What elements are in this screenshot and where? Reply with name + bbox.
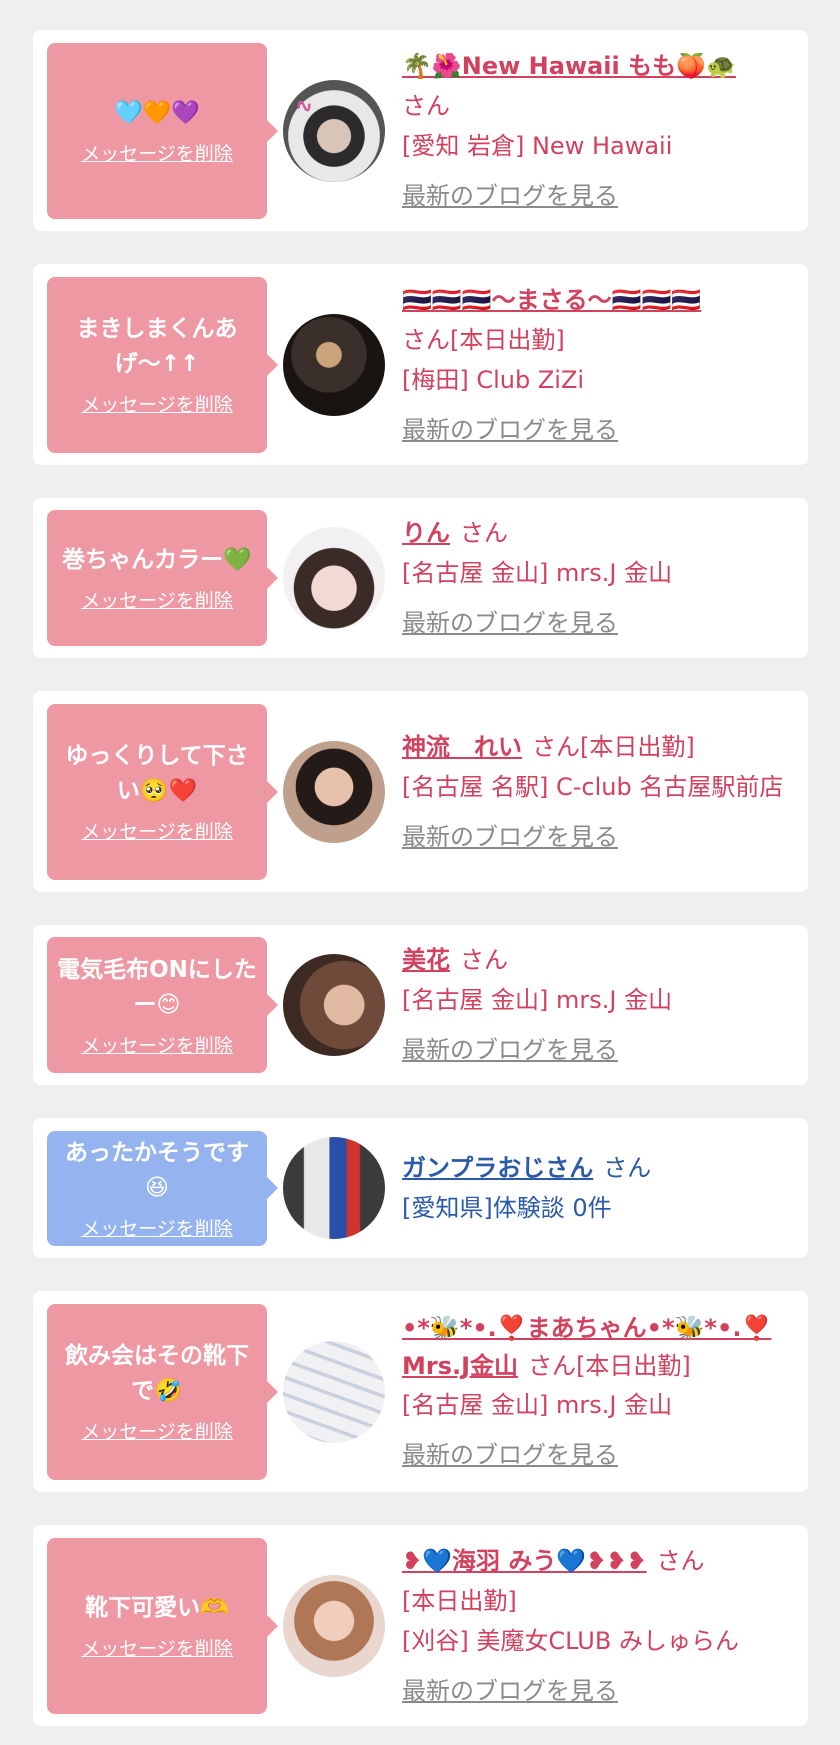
avatar[interactable]	[282, 527, 385, 629]
profile-info: 美花 さん [名古屋 金山] mrs.J 金山 最新のブログを見る	[400, 940, 794, 1070]
latest-blog-link[interactable]: 最新のブログを見る	[402, 1030, 794, 1070]
message-bubble: あったかそうです😆 メッセージを削除	[47, 1130, 278, 1246]
message-card: 🩵🧡💜 メッセージを削除 ∿ 🌴🌺New Hawaii もも🍑🐢 さん [愛知 …	[33, 30, 808, 231]
message-bubble: ゆっくりして下さい🥺❤️ メッセージを削除	[47, 703, 278, 880]
honorific: さん	[402, 91, 450, 120]
profile-info: ❥💙海羽 みう💙❥❥❥ さん [本日出勤] [刈谷] 美魔女CLUB みしゅらん …	[400, 1541, 794, 1711]
shop-label: [名古屋 金山] mrs.J 金山	[402, 559, 673, 587]
latest-blog-link[interactable]: 最新のブログを見る	[402, 1435, 794, 1475]
cast-name-link[interactable]: 美花	[402, 946, 450, 974]
message-card: 巻ちゃんカラー💚 メッセージを削除 りん さん [名古屋 金山] mrs.J 金山…	[33, 498, 808, 658]
honorific: さん	[460, 519, 508, 547]
delete-message-link[interactable]: メッセージを削除	[81, 817, 233, 844]
message-text: まきしまくんあげ〜↑↑	[76, 316, 238, 377]
shop-label: [愛知 岩倉] New Hawaii	[402, 131, 673, 160]
logo-overlay: ∿	[292, 91, 316, 121]
user-name-link[interactable]: ガンプラおじさん	[402, 1154, 593, 1182]
message-text: ゆっくりして下さい🥺❤️	[65, 743, 249, 804]
profile-info: •*🐝*•.❣️まあちゃん•*🐝*•.❣️Mrs.J金山 さん[本日出勤] [名古…	[400, 1309, 794, 1475]
profile-info: りん さん [名古屋 金山] mrs.J 金山 最新のブログを見る	[400, 513, 794, 643]
review-count-label: [愛知県]体験談 0件	[402, 1194, 612, 1222]
message-text: あったかそうです😆	[65, 1139, 249, 1201]
message-text: 巻ちゃんカラー💚	[62, 547, 252, 573]
message-text: 靴下可愛い🫶	[85, 1594, 229, 1621]
message-text: 🩵🧡💜	[114, 99, 200, 126]
avatar[interactable]: ∿	[282, 79, 385, 182]
shop-label: [名古屋 金山] mrs.J 金山	[402, 986, 673, 1014]
latest-blog-link[interactable]: 最新のブログを見る	[402, 1671, 794, 1711]
shop-label: [梅田] Club ZiZi	[402, 365, 585, 394]
message-bubble: 靴下可愛い🫶 メッセージを削除	[47, 1537, 278, 1714]
latest-blog-link[interactable]: 最新のブログを見る	[402, 410, 794, 450]
profile-info: 神流 れい さん[本日出勤] [名古屋 名駅] C-club 名古屋駅前店 最新の…	[400, 727, 794, 857]
avatar[interactable]	[282, 313, 385, 416]
cast-name-link[interactable]: 🌴🌺New Hawaii もも🍑🐢	[402, 52, 736, 80]
status-badge: [本日出勤]	[580, 732, 695, 761]
message-bubble: 飲み会はその靴下で🤣 メッセージを削除	[47, 1303, 278, 1480]
message-card: あったかそうです😆 メッセージを削除 ガンプラおじさん さん [愛知県]体験談 0…	[33, 1118, 808, 1258]
delete-message-link[interactable]: メッセージを削除	[81, 1214, 233, 1241]
delete-message-link[interactable]: メッセージを削除	[81, 1417, 233, 1444]
honorific: さん	[656, 1546, 705, 1575]
delete-message-link[interactable]: メッセージを削除	[81, 139, 233, 166]
shop-label: [刈谷] 美魔女CLUB みしゅらん	[402, 1626, 739, 1655]
message-card: ゆっくりして下さい🥺❤️ メッセージを削除 神流 れい さん[本日出勤] [名古屋…	[33, 691, 808, 892]
profile-info: 🇹🇭🇹🇭🇹🇭〜まさる〜🇹🇭🇹🇭🇹🇭 さん[本日出勤] [梅田] Club ZiZ…	[400, 280, 794, 450]
message-bubble: 🩵🧡💜 メッセージを削除	[47, 42, 278, 219]
shop-label: [名古屋 名駅] C-club 名古屋駅前店	[402, 772, 784, 801]
avatar[interactable]	[282, 1137, 385, 1239]
message-card: 電気毛布ONにしたー😊 メッセージを削除 美花 さん [名古屋 金山] mrs.J…	[33, 925, 808, 1085]
honorific: さん	[460, 946, 508, 974]
message-text: 飲み会はその靴下で🤣	[65, 1343, 249, 1404]
latest-blog-link[interactable]: 最新のブログを見る	[402, 817, 794, 857]
avatar[interactable]	[282, 954, 385, 1056]
honorific: さん	[603, 1154, 652, 1182]
avatar[interactable]	[282, 740, 385, 843]
avatar[interactable]	[282, 1574, 385, 1677]
honorific: さん	[528, 1351, 577, 1380]
shop-label: [名古屋 金山] mrs.J 金山	[402, 1390, 673, 1419]
honorific: さん	[532, 732, 580, 761]
delete-message-link[interactable]: メッセージを削除	[81, 1634, 233, 1661]
message-card: 飲み会はその靴下で🤣 メッセージを削除 •*🐝*•.❣️まあちゃん•*🐝*•.❣…	[33, 1291, 808, 1492]
cast-name-link[interactable]: ❥💙海羽 みう💙❥❥❥	[402, 1547, 647, 1575]
message-text: 電気毛布ONにしたー😊	[57, 956, 257, 1018]
delete-message-link[interactable]: メッセージを削除	[81, 390, 233, 417]
latest-blog-link[interactable]: 最新のブログを見る	[402, 603, 794, 643]
profile-info: ガンプラおじさん さん [愛知県]体験談 0件	[400, 1148, 794, 1228]
message-list: 🩵🧡💜 メッセージを削除 ∿ 🌴🌺New Hawaii もも🍑🐢 さん [愛知 …	[0, 0, 840, 1726]
message-card: まきしまくんあげ〜↑↑ メッセージを削除 🇹🇭🇹🇭🇹🇭〜まさる〜🇹🇭🇹🇭🇹🇭 さ…	[33, 264, 808, 465]
message-card: 靴下可愛い🫶 メッセージを削除 ❥💙海羽 みう💙❥❥❥ さん [本日出勤] [刈谷…	[33, 1525, 808, 1726]
cast-name-link[interactable]: りん	[402, 519, 450, 547]
cast-name-link[interactable]: 🇹🇭🇹🇭🇹🇭〜まさる〜🇹🇭🇹🇭🇹🇭	[402, 286, 701, 314]
message-bubble: 電気毛布ONにしたー😊 メッセージを削除	[47, 937, 278, 1073]
profile-info: 🌴🌺New Hawaii もも🍑🐢 さん [愛知 岩倉] New Hawaii …	[400, 46, 794, 216]
message-bubble: まきしまくんあげ〜↑↑ メッセージを削除	[47, 276, 278, 453]
message-bubble: 巻ちゃんカラー💚 メッセージを削除	[47, 510, 278, 646]
status-badge: [本日出勤]	[576, 1351, 691, 1380]
delete-message-link[interactable]: メッセージを削除	[81, 1031, 233, 1058]
latest-blog-link[interactable]: 最新のブログを見る	[402, 176, 794, 216]
cast-name-link[interactable]: 神流 れい	[402, 733, 522, 761]
avatar[interactable]	[282, 1340, 385, 1443]
honorific: さん	[402, 325, 450, 354]
delete-message-link[interactable]: メッセージを削除	[81, 586, 233, 613]
status-badge: [本日出勤]	[450, 325, 565, 354]
status-badge: [本日出勤]	[402, 1586, 517, 1615]
